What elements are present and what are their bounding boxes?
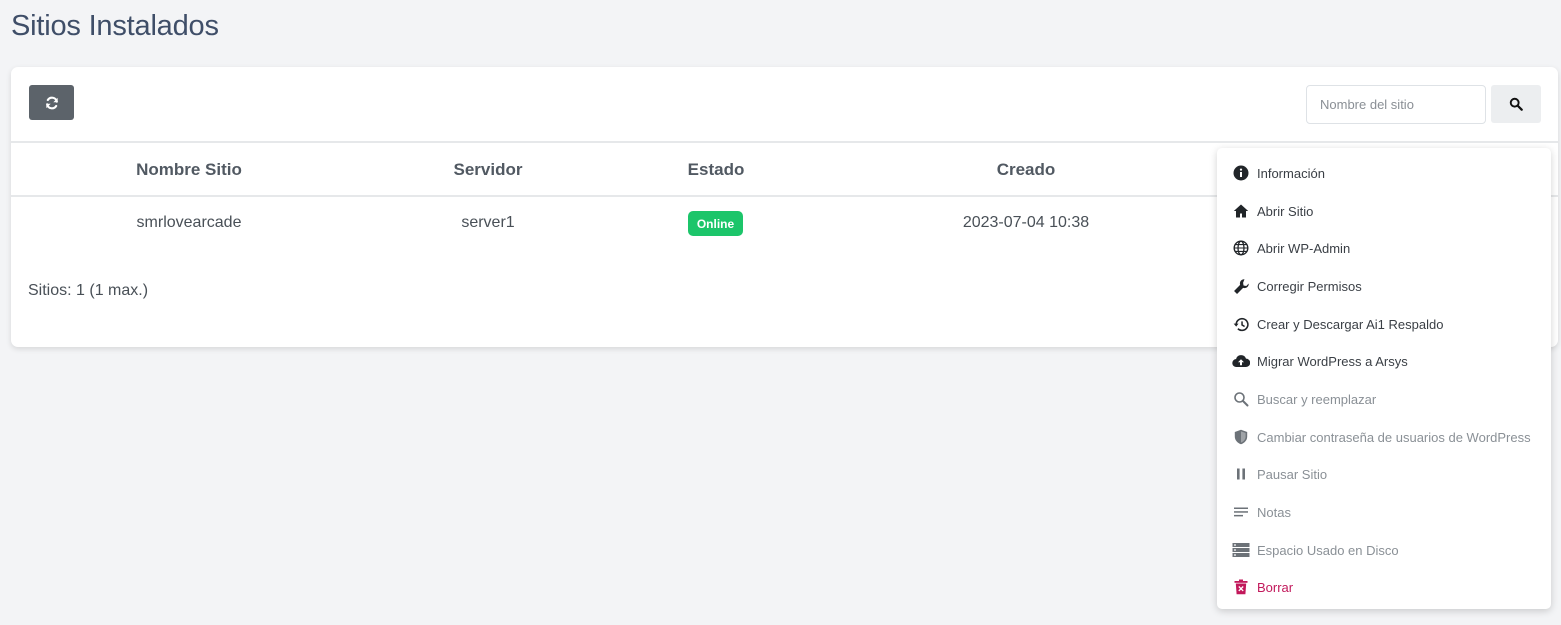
site-name-search-input[interactable] bbox=[1306, 85, 1486, 124]
server-cell: server1 bbox=[461, 214, 515, 231]
menu-item-migrate[interactable]: Migrar WordPress a Arsys bbox=[1217, 346, 1551, 376]
status-badge: Online bbox=[688, 211, 743, 236]
menu-item-delete[interactable]: Borrar bbox=[1217, 572, 1551, 602]
trash-icon bbox=[1234, 579, 1248, 595]
sites-count: Sitios: 1 (1 max.) bbox=[28, 282, 149, 299]
globe-icon bbox=[1233, 240, 1249, 256]
menu-item-label: Espacio Usado en Disco bbox=[1257, 542, 1399, 558]
menu-item-label: Migrar WordPress a Arsys bbox=[1257, 353, 1408, 369]
refresh-button[interactable] bbox=[29, 85, 74, 120]
menu-item-label: Buscar y reemplazar bbox=[1257, 391, 1377, 407]
shield-icon bbox=[1234, 429, 1248, 445]
menu-item-label: Cambiar contraseña de usuarios de WordPr… bbox=[1257, 429, 1531, 445]
pause-icon bbox=[1237, 468, 1245, 480]
column-header-created[interactable]: Creado bbox=[997, 160, 1056, 180]
menu-item-label: Abrir Sitio bbox=[1257, 203, 1314, 219]
home-icon bbox=[1233, 204, 1249, 218]
menu-item-label: Notas bbox=[1257, 504, 1291, 520]
column-header-server[interactable]: Servidor bbox=[454, 160, 523, 180]
menu-item-open-wp-admin[interactable]: Abrir WP-Admin bbox=[1217, 233, 1551, 263]
refresh-icon bbox=[45, 96, 58, 109]
menu-item-change-passwords[interactable]: Cambiar contraseña de usuarios de WordPr… bbox=[1217, 422, 1551, 452]
wrench-icon bbox=[1233, 278, 1249, 294]
storage-icon bbox=[1232, 543, 1250, 557]
menu-item-open-site[interactable]: Abrir Sitio bbox=[1217, 196, 1551, 226]
history-icon bbox=[1233, 317, 1249, 331]
menu-item-label: Abrir WP-Admin bbox=[1257, 240, 1351, 256]
menu-item-label: Corregir Permisos bbox=[1257, 278, 1362, 294]
page-title: Sitios Instalados bbox=[11, 10, 219, 42]
menu-item-disk-usage[interactable]: Espacio Usado en Disco bbox=[1217, 535, 1551, 565]
menu-item-search-replace[interactable]: Buscar y reemplazar bbox=[1217, 384, 1551, 414]
column-header-status[interactable]: Estado bbox=[688, 160, 745, 180]
column-header-name[interactable]: Nombre Sitio bbox=[136, 160, 242, 180]
menu-item-information[interactable]: Información bbox=[1217, 158, 1551, 188]
menu-item-notes[interactable]: Notas bbox=[1217, 497, 1551, 527]
created-cell: 2023-07-04 10:38 bbox=[962, 214, 1090, 231]
search-icon bbox=[1234, 392, 1249, 407]
notes-icon bbox=[1234, 507, 1248, 517]
menu-item-label: Borrar bbox=[1257, 579, 1294, 595]
menu-item-fix-permissions[interactable]: Corregir Permisos bbox=[1217, 271, 1551, 301]
menu-item-label: Pausar Sitio bbox=[1257, 466, 1328, 482]
menu-item-pause-site[interactable]: Pausar Sitio bbox=[1217, 459, 1551, 489]
search-icon bbox=[1509, 97, 1523, 111]
table-top-divider bbox=[11, 141, 1558, 143]
menu-item-label: Crear y Descargar Ai1 Respaldo bbox=[1257, 316, 1444, 332]
info-icon bbox=[1233, 165, 1249, 181]
menu-item-label: Información bbox=[1257, 165, 1325, 181]
search-button[interactable] bbox=[1491, 85, 1541, 123]
menu-item-backup[interactable]: Crear y Descargar Ai1 Respaldo bbox=[1217, 309, 1551, 339]
site-actions-menu: Información Abrir Sitio Abrir WP-Admin C… bbox=[1217, 148, 1551, 609]
site-name-cell: smrlovearcade bbox=[136, 214, 242, 231]
cloud-upload-icon bbox=[1232, 355, 1250, 368]
